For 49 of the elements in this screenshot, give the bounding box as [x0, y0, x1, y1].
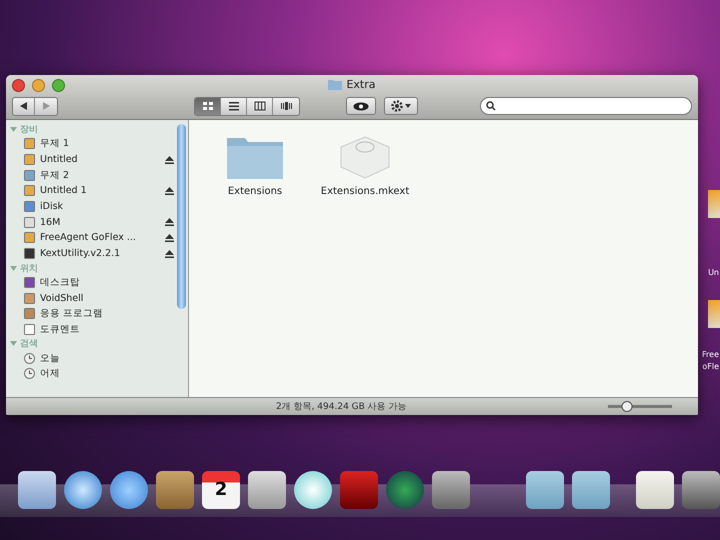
- back-arrow-icon: [20, 102, 27, 110]
- sidebar-item[interactable]: 16M: [10, 214, 174, 230]
- search-icon: [486, 101, 496, 111]
- sidebar-item[interactable]: 무제 2: [10, 167, 174, 184]
- view-button[interactable]: [195, 98, 221, 114]
- coverflow-view-icon: [280, 101, 292, 111]
- sidebar-item[interactable]: 도큐멘트: [10, 322, 174, 338]
- window-title: Extra: [346, 78, 376, 91]
- eject-icon[interactable]: [165, 234, 174, 242]
- sidebar-item[interactable]: Untitled 1: [10, 183, 174, 199]
- sidebar-item[interactable]: 어제: [10, 366, 174, 382]
- desktop-icon-label[interactable]: Free: [702, 350, 719, 359]
- zoom-button[interactable]: [52, 78, 65, 92]
- eye-icon: [353, 102, 369, 110]
- sidebar-item[interactable]: VoidShell: [10, 290, 174, 306]
- forward-arrow-icon: [42, 102, 50, 110]
- file-name[interactable]: Extensions: [228, 186, 282, 197]
- action-menu-button[interactable]: [384, 97, 418, 115]
- quick-look-button[interactable]: [346, 97, 376, 115]
- calendar-icon[interactable]: 2: [202, 470, 240, 508]
- sidebar-item[interactable]: 무제 1: [10, 136, 174, 152]
- desktop-icon-label[interactable]: oFle: [702, 362, 719, 371]
- sidebar-item[interactable]: iDisk: [10, 198, 174, 214]
- file-name[interactable]: Extensions.mkext: [320, 186, 410, 197]
- sidebar-item[interactable]: FreeAgent GoFlex ...: [10, 230, 174, 246]
- minimize-button[interactable]: [32, 78, 45, 92]
- section-header: 장비: [20, 124, 38, 136]
- slider-thumb[interactable]: [622, 401, 633, 412]
- icon-view-icon: [202, 101, 214, 111]
- search-field[interactable]: [480, 97, 692, 115]
- caret-icon: [405, 104, 411, 108]
- eject-icon[interactable]: [165, 218, 174, 226]
- navigation-control[interactable]: [12, 96, 58, 116]
- desktop-icon-label[interactable]: Un: [708, 268, 719, 277]
- eject-icon[interactable]: [165, 186, 174, 195]
- column-view-icon: [254, 101, 266, 111]
- sidebar-item[interactable]: KextUtility.v2.2.1: [10, 246, 174, 262]
- sidebar-item[interactable]: 데스크탑: [10, 274, 174, 290]
- eject-icon[interactable]: [165, 250, 174, 258]
- sidebar-item[interactable]: 응용 프로그램: [10, 306, 174, 322]
- close-button[interactable]: [12, 78, 25, 92]
- list-view-icon: [228, 101, 240, 111]
- section-header: 검색: [20, 338, 38, 350]
- section-header: 위치: [20, 262, 38, 274]
- eject-icon[interactable]: [165, 156, 174, 164]
- view-mode-control[interactable]: [194, 96, 300, 116]
- sidebar-item[interactable]: Untitled: [10, 152, 174, 168]
- status-text: 2개 항목, 494.24 GB 사용 가능: [276, 401, 407, 413]
- sidebar-item[interactable]: 오늘: [10, 350, 174, 366]
